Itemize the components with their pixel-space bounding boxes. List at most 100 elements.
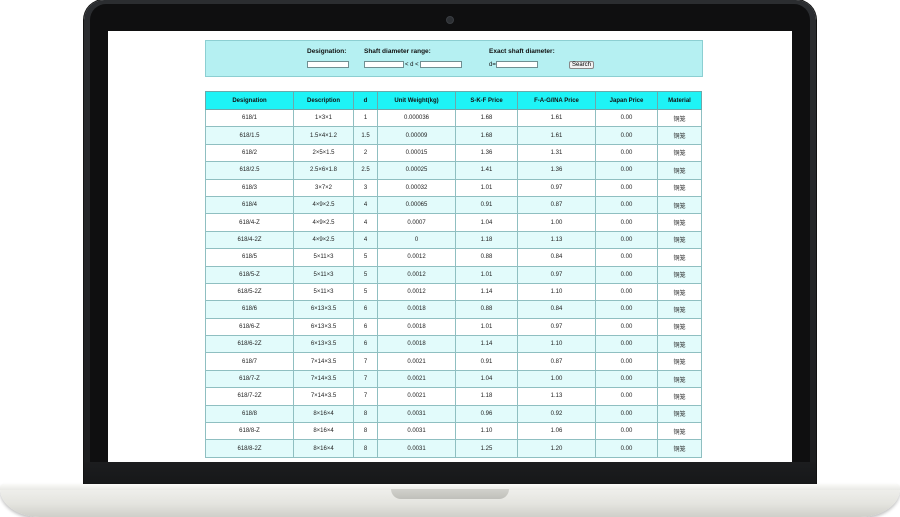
cell-description: 3×7×2 [293, 178, 354, 197]
cell-material: 铜笼 [657, 300, 702, 319]
cell-unit-weight: 0.0031 [377, 439, 456, 458]
cell-material: 铜笼 [657, 248, 702, 267]
designation-input[interactable] [307, 61, 349, 68]
table-row: 618/2.5 2.5×6×1.8 2.5 0.00025 1.41 1.36 0.00 铜笼 [205, 161, 702, 180]
cell-skf-price: 0.88 [455, 248, 518, 267]
cell-material: 铜笼 [657, 335, 702, 354]
cell-unit-weight: 0.0018 [377, 300, 456, 319]
table-row: 618/1 1×3×1 1 0.000036 1.68 1.61 0.00 铜笼 [205, 108, 702, 128]
cell-skf-price: 1.68 [455, 126, 518, 145]
cell-fag-ina-price: 0.97 [517, 265, 596, 284]
cell-designation: 618/8 [205, 404, 294, 424]
cell-description: 6×13×3.5 [293, 317, 354, 337]
cell-fag-ina-price: 0.97 [517, 317, 596, 337]
header-designation: Designation [205, 91, 294, 110]
cell-designation: 618/7 [205, 352, 294, 371]
cell-description: 8×16×4 [293, 439, 354, 458]
search-button[interactable]: Search [569, 61, 594, 69]
cell-material: 铜笼 [657, 404, 702, 424]
cell-description: 1×3×1 [293, 108, 354, 128]
cell-unit-weight: 0.0031 [377, 422, 456, 441]
cell-fag-ina-price: 1.00 [517, 213, 596, 232]
cell-designation: 618/4 [205, 195, 294, 215]
range-max-input[interactable] [420, 61, 462, 68]
cell-japan-price: 0.00 [595, 195, 658, 215]
cell-description: 2×5×1.5 [293, 143, 354, 163]
cell-unit-weight: 0.0012 [377, 282, 456, 302]
table-header-row: Designation Description d Unit Weight(kg… [205, 91, 702, 110]
cell-skf-price: 1.14 [455, 335, 518, 354]
cell-designation: 618/6-Z [205, 317, 294, 337]
table-body: 618/1 1×3×1 1 0.000036 1.68 1.61 0.00 铜笼 618/1.5… [205, 108, 702, 458]
cell-d: 3 [353, 178, 378, 197]
cell-unit-weight: 0.0018 [377, 317, 456, 337]
range-min-input[interactable] [364, 61, 404, 68]
cell-designation: 618/6-2Z [205, 335, 294, 354]
cell-skf-price: 1.25 [455, 439, 518, 458]
table-row: 618/8-2Z 8×16×4 8 0.0031 1.25 1.20 0.00 铜笼 [205, 439, 702, 458]
cell-unit-weight: 0.0021 [377, 369, 456, 389]
cell-fag-ina-price: 0.87 [517, 195, 596, 215]
table-row: 618/1.5 1.5×4×1.2 1.5 0.00009 1.68 1.61 0.00 铜笼 [205, 126, 702, 145]
cell-designation: 618/5-2Z [205, 282, 294, 302]
range-label: Shaft diameter range: [364, 48, 431, 55]
cell-d: 2.5 [353, 161, 378, 180]
cell-fag-ina-price: 0.84 [517, 248, 596, 267]
cell-japan-price: 0.00 [595, 387, 658, 406]
cell-material: 铜笼 [657, 422, 702, 441]
cell-japan-price: 0.00 [595, 265, 658, 284]
cell-skf-price: 1.10 [455, 422, 518, 441]
cell-unit-weight: 0.0012 [377, 265, 456, 284]
cell-d: 7 [353, 352, 378, 371]
cell-d: 4 [353, 213, 378, 232]
cell-japan-price: 0.00 [595, 213, 658, 232]
cell-fag-ina-price: 1.36 [517, 161, 596, 180]
cell-unit-weight: 0.0031 [377, 404, 456, 424]
cell-fag-ina-price: 1.13 [517, 230, 596, 250]
cell-unit-weight: 0.0021 [377, 387, 456, 406]
cell-d: 1 [353, 108, 378, 128]
cell-material: 铜笼 [657, 143, 702, 163]
bearing-table: Designation Description d Unit Weight(kg… [205, 91, 702, 458]
cell-description: 7×14×3.5 [293, 352, 354, 371]
exact-diameter-input[interactable] [496, 61, 538, 68]
table-row: 618/6 6×13×3.5 6 0.0018 0.88 0.84 0.00 铜笼 [205, 300, 702, 319]
table-row: 618/5-2Z 5×11×3 5 0.0012 1.14 1.10 0.00 铜笼 [205, 282, 702, 302]
table-row: 618/4-2Z 4×9×2.5 4 0 1.18 1.13 0.00 铜笼 [205, 230, 702, 250]
cell-japan-price: 0.00 [595, 161, 658, 180]
cell-fag-ina-price: 0.92 [517, 404, 596, 424]
cell-skf-price: 1.41 [455, 161, 518, 180]
cell-skf-price: 1.01 [455, 265, 518, 284]
cell-unit-weight: 0.00065 [377, 195, 456, 215]
table-row: 618/6-Z 6×13×3.5 6 0.0018 1.01 0.97 0.00 铜笼 [205, 317, 702, 337]
cell-description: 7×14×3.5 [293, 387, 354, 406]
cell-material: 铜笼 [657, 230, 702, 250]
cell-fag-ina-price: 1.31 [517, 143, 596, 163]
cell-japan-price: 0.00 [595, 230, 658, 250]
table-row: 618/7 7×14×3.5 7 0.0021 0.91 0.87 0.00 铜笼 [205, 352, 702, 371]
cell-unit-weight: 0.00015 [377, 143, 456, 163]
cell-skf-price: 0.91 [455, 195, 518, 215]
cell-japan-price: 0.00 [595, 248, 658, 267]
bearing-table-container: Designation Description d Unit Weight(kg… [205, 91, 702, 458]
cell-japan-price: 0.00 [595, 404, 658, 424]
cell-description: 4×9×2.5 [293, 230, 354, 250]
cell-designation: 618/1.5 [205, 126, 294, 145]
cell-description: 8×16×4 [293, 404, 354, 424]
cell-d: 5 [353, 265, 378, 284]
cell-description: 2.5×6×1.8 [293, 161, 354, 180]
cell-japan-price: 0.00 [595, 143, 658, 163]
cell-japan-price: 0.00 [595, 369, 658, 389]
table-row: 618/4-Z 4×9×2.5 4 0.0007 1.04 1.00 0.00 铜笼 [205, 213, 702, 232]
laptop-screen: Designation: Shaft diameter range: Exact… [108, 31, 792, 462]
cell-unit-weight: 0.000036 [377, 108, 456, 128]
table-row: 618/7-Z 7×14×3.5 7 0.0021 1.04 1.00 0.00 铜笼 [205, 369, 702, 389]
cell-japan-price: 0.00 [595, 126, 658, 145]
header-japan-price: Japan Price [595, 91, 658, 110]
cell-material: 铜笼 [657, 195, 702, 215]
cell-fag-ina-price: 1.61 [517, 108, 596, 128]
designation-label: Designation: [307, 48, 347, 55]
cell-designation: 618/4-Z [205, 213, 294, 232]
cell-designation: 618/6 [205, 300, 294, 319]
cell-fag-ina-price: 1.20 [517, 439, 596, 458]
